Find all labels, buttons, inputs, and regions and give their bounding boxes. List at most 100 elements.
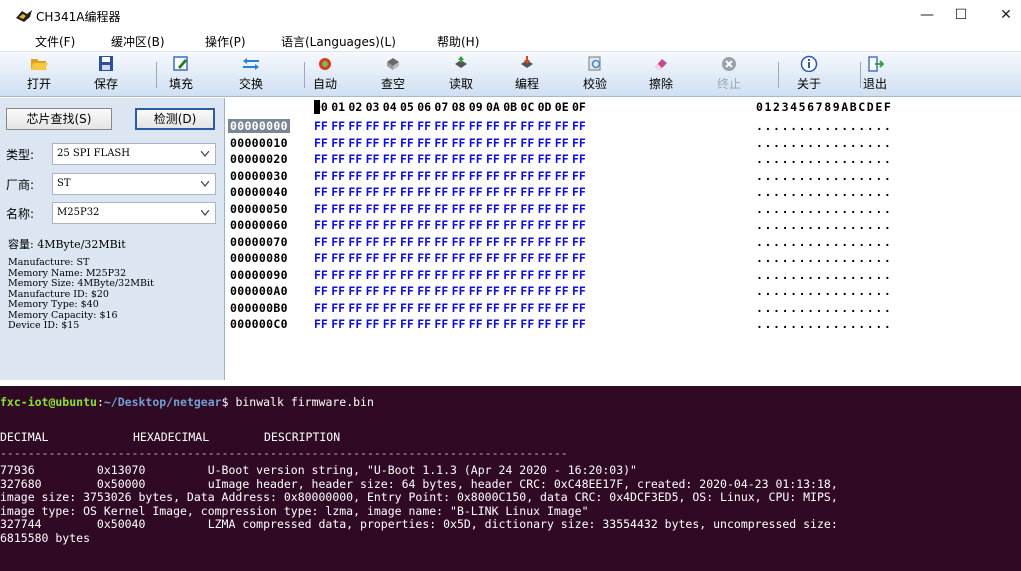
hex-byte[interactable]: FF [503, 185, 517, 199]
auto-button[interactable]: 自动 [300, 55, 350, 95]
hex-byte[interactable]: FF [555, 284, 569, 298]
menu-language[interactable]: 语言(Languages)(L) [281, 33, 396, 50]
hex-byte[interactable]: FF [469, 301, 483, 315]
hex-byte[interactable]: FF [348, 169, 362, 183]
hex-row[interactable]: 000000B0 FF FF FF FF FF FF FF FF FF FF FF FF FF FF FF FF… [226, 300, 1021, 317]
swap-button[interactable]: 交换 [226, 55, 276, 95]
hex-byte[interactable]: FF [538, 268, 552, 282]
hex-byte[interactable]: FF [520, 119, 534, 133]
hex-byte[interactable]: FF [452, 301, 466, 315]
hex-byte[interactable]: FF [572, 235, 586, 249]
menu-buffer[interactable]: 缓冲区(B) [111, 33, 165, 50]
hex-byte[interactable]: FF [555, 185, 569, 199]
hex-byte[interactable]: FF [331, 317, 345, 331]
hex-byte[interactable]: FF [486, 202, 500, 216]
hex-byte[interactable]: FF [555, 169, 569, 183]
hex-byte[interactable]: FF [538, 169, 552, 183]
hex-byte[interactable]: FF [417, 251, 431, 265]
menu-help[interactable]: 帮助(H) [437, 33, 479, 50]
hex-byte[interactable]: FF [503, 317, 517, 331]
hex-byte[interactable]: FF [538, 218, 552, 232]
hex-byte[interactable]: FF [469, 284, 483, 298]
hex-byte[interactable]: FF [469, 119, 483, 133]
hex-byte[interactable]: FF [469, 317, 483, 331]
hex-byte[interactable]: FF [572, 268, 586, 282]
hex-byte[interactable]: FF [383, 251, 397, 265]
hex-byte[interactable]: FF [348, 251, 362, 265]
hex-byte[interactable]: FF [400, 284, 414, 298]
hex-byte[interactable]: FF [383, 268, 397, 282]
hex-byte[interactable]: FF [417, 235, 431, 249]
hex-editor[interactable]: 00 01 02 03 04 05 06 07 08 09 0A 0B 0C 0D 0E 0F 01234567… [226, 98, 1021, 380]
minimize-button[interactable]: — [912, 4, 942, 26]
hex-byte[interactable]: FF [400, 152, 414, 166]
hex-byte[interactable]: FF [434, 235, 448, 249]
hex-byte[interactable]: FF [469, 218, 483, 232]
hex-byte[interactable]: FF [520, 268, 534, 282]
hex-byte[interactable]: FF [572, 169, 586, 183]
hex-byte[interactable]: FF [452, 251, 466, 265]
hex-byte[interactable]: FF [503, 136, 517, 150]
hex-byte[interactable]: FF [383, 136, 397, 150]
hex-byte[interactable]: FF [520, 235, 534, 249]
hex-byte[interactable]: FF [331, 268, 345, 282]
about-button[interactable]: 关于 [784, 55, 834, 95]
hex-byte[interactable]: FF [314, 251, 328, 265]
hex-byte[interactable]: FF [366, 251, 380, 265]
hex-byte[interactable]: FF [434, 119, 448, 133]
hex-byte[interactable]: FF [520, 218, 534, 232]
hex-byte[interactable]: FF [400, 169, 414, 183]
hex-byte[interactable]: FF [486, 185, 500, 199]
hex-byte[interactable]: FF [400, 185, 414, 199]
hex-byte[interactable]: FF [331, 185, 345, 199]
maximize-button[interactable]: ☐ [946, 4, 976, 26]
hex-byte[interactable]: FF [538, 301, 552, 315]
blank-button[interactable]: 查空 [368, 55, 418, 95]
hex-byte[interactable]: FF [348, 218, 362, 232]
hex-byte[interactable]: FF [314, 185, 328, 199]
hex-byte[interactable]: FF [400, 218, 414, 232]
hex-byte[interactable]: FF [366, 235, 380, 249]
exit-button[interactable]: 退出 [850, 55, 900, 95]
hex-byte[interactable]: FF [400, 136, 414, 150]
stop-button[interactable]: 终止 [704, 55, 754, 95]
hex-byte[interactable]: FF [538, 317, 552, 331]
hex-byte[interactable]: FF [555, 251, 569, 265]
hex-byte[interactable]: FF [555, 152, 569, 166]
hex-byte[interactable]: FF [331, 169, 345, 183]
hex-byte[interactable]: FF [434, 218, 448, 232]
hex-byte[interactable]: FF [538, 202, 552, 216]
hex-byte[interactable]: FF [538, 136, 552, 150]
hex-byte[interactable]: FF [400, 251, 414, 265]
hex-byte[interactable]: FF [400, 268, 414, 282]
hex-byte[interactable]: FF [348, 152, 362, 166]
type-select[interactable]: 25 SPI FLASH [52, 143, 216, 165]
hex-byte[interactable]: FF [555, 268, 569, 282]
hex-byte[interactable]: FF [555, 218, 569, 232]
hex-byte[interactable]: FF [314, 169, 328, 183]
hex-byte[interactable]: FF [383, 152, 397, 166]
hex-byte[interactable]: FF [417, 185, 431, 199]
hex-byte[interactable]: FF [366, 202, 380, 216]
hex-byte[interactable]: FF [469, 235, 483, 249]
hex-byte[interactable]: FF [331, 301, 345, 315]
hex-byte[interactable]: FF [366, 317, 380, 331]
hex-byte[interactable]: FF [452, 218, 466, 232]
hex-byte[interactable]: FF [555, 119, 569, 133]
hex-byte[interactable]: FF [348, 235, 362, 249]
hex-byte[interactable]: FF [486, 317, 500, 331]
hex-byte[interactable]: FF [366, 301, 380, 315]
hex-byte[interactable]: FF [314, 268, 328, 282]
hex-byte[interactable]: FF [331, 251, 345, 265]
hex-byte[interactable]: FF [452, 235, 466, 249]
hex-byte[interactable]: FF [434, 202, 448, 216]
hex-byte[interactable]: FF [366, 169, 380, 183]
hex-byte[interactable]: FF [538, 185, 552, 199]
hex-byte[interactable]: FF [538, 235, 552, 249]
hex-byte[interactable]: FF [348, 202, 362, 216]
hex-byte[interactable]: FF [469, 152, 483, 166]
hex-byte[interactable]: FF [520, 251, 534, 265]
hex-byte[interactable]: FF [400, 317, 414, 331]
hex-byte[interactable]: FF [503, 169, 517, 183]
hex-byte[interactable]: FF [417, 284, 431, 298]
